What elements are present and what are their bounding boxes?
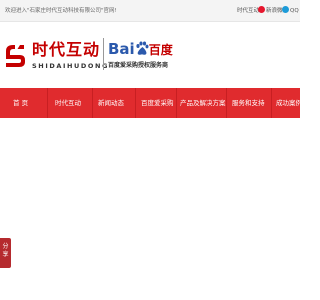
- top-link-qq-label: QQ: [290, 8, 299, 14]
- share-button[interactable]: 分 享: [0, 238, 11, 268]
- baidu-paw-icon: [136, 41, 149, 55]
- qq-icon: [282, 6, 289, 13]
- nav-separator: [135, 88, 136, 118]
- nav-item-baidu-purchase[interactable]: 百度爱采购: [141, 88, 174, 118]
- logo-english-text: SHIDAIHUDONG: [32, 62, 109, 70]
- logo-divider: [103, 38, 104, 70]
- baidu-logo-bai: Bai: [108, 40, 135, 58]
- top-link-qq[interactable]: QQ: [282, 6, 299, 16]
- nav-item-news[interactable]: 新闻动态: [98, 88, 124, 118]
- top-link-shidai[interactable]: 时代互动: [237, 6, 259, 16]
- nav-item-cases[interactable]: 成功案例: [276, 88, 302, 118]
- main-nav: 首 页 时代互动 新闻动态 百度爱采购 产品及解决方案 服务和支持 成功案例: [0, 88, 302, 118]
- weibo-icon: [258, 6, 265, 13]
- nav-separator: [226, 88, 227, 118]
- nav-item-service[interactable]: 服务和支持: [232, 88, 265, 118]
- nav-item-home[interactable]: 首 页: [13, 88, 28, 118]
- nav-separator: [176, 88, 177, 118]
- nav-separator: [92, 88, 93, 118]
- nav-separator: [271, 88, 272, 118]
- baidu-logo: Bai 百度: [108, 40, 173, 59]
- share-label-1: 分: [2, 243, 9, 250]
- shidai-logo-icon: [6, 45, 25, 67]
- baidu-logo-du: 百度: [148, 43, 173, 57]
- nav-item-solutions[interactable]: 产品及解决方案: [180, 88, 226, 118]
- baidu-partner-caption: 百度爱采购授权服务商: [108, 62, 169, 69]
- share-label-2: 享: [2, 251, 9, 258]
- nav-separator: [47, 88, 48, 118]
- logo-chinese-text: 时代互动: [32, 40, 101, 59]
- nav-item-about[interactable]: 时代互动: [55, 88, 81, 118]
- welcome-text: 欢迎进入"石家庄时代互动科技有限公司"官网!: [5, 8, 117, 14]
- top-bar: 欢迎进入"石家庄时代互动科技有限公司"官网! 时代互动 新浪微博 QQ: [0, 0, 300, 22]
- top-link-shidai-label: 时代互动: [237, 8, 260, 14]
